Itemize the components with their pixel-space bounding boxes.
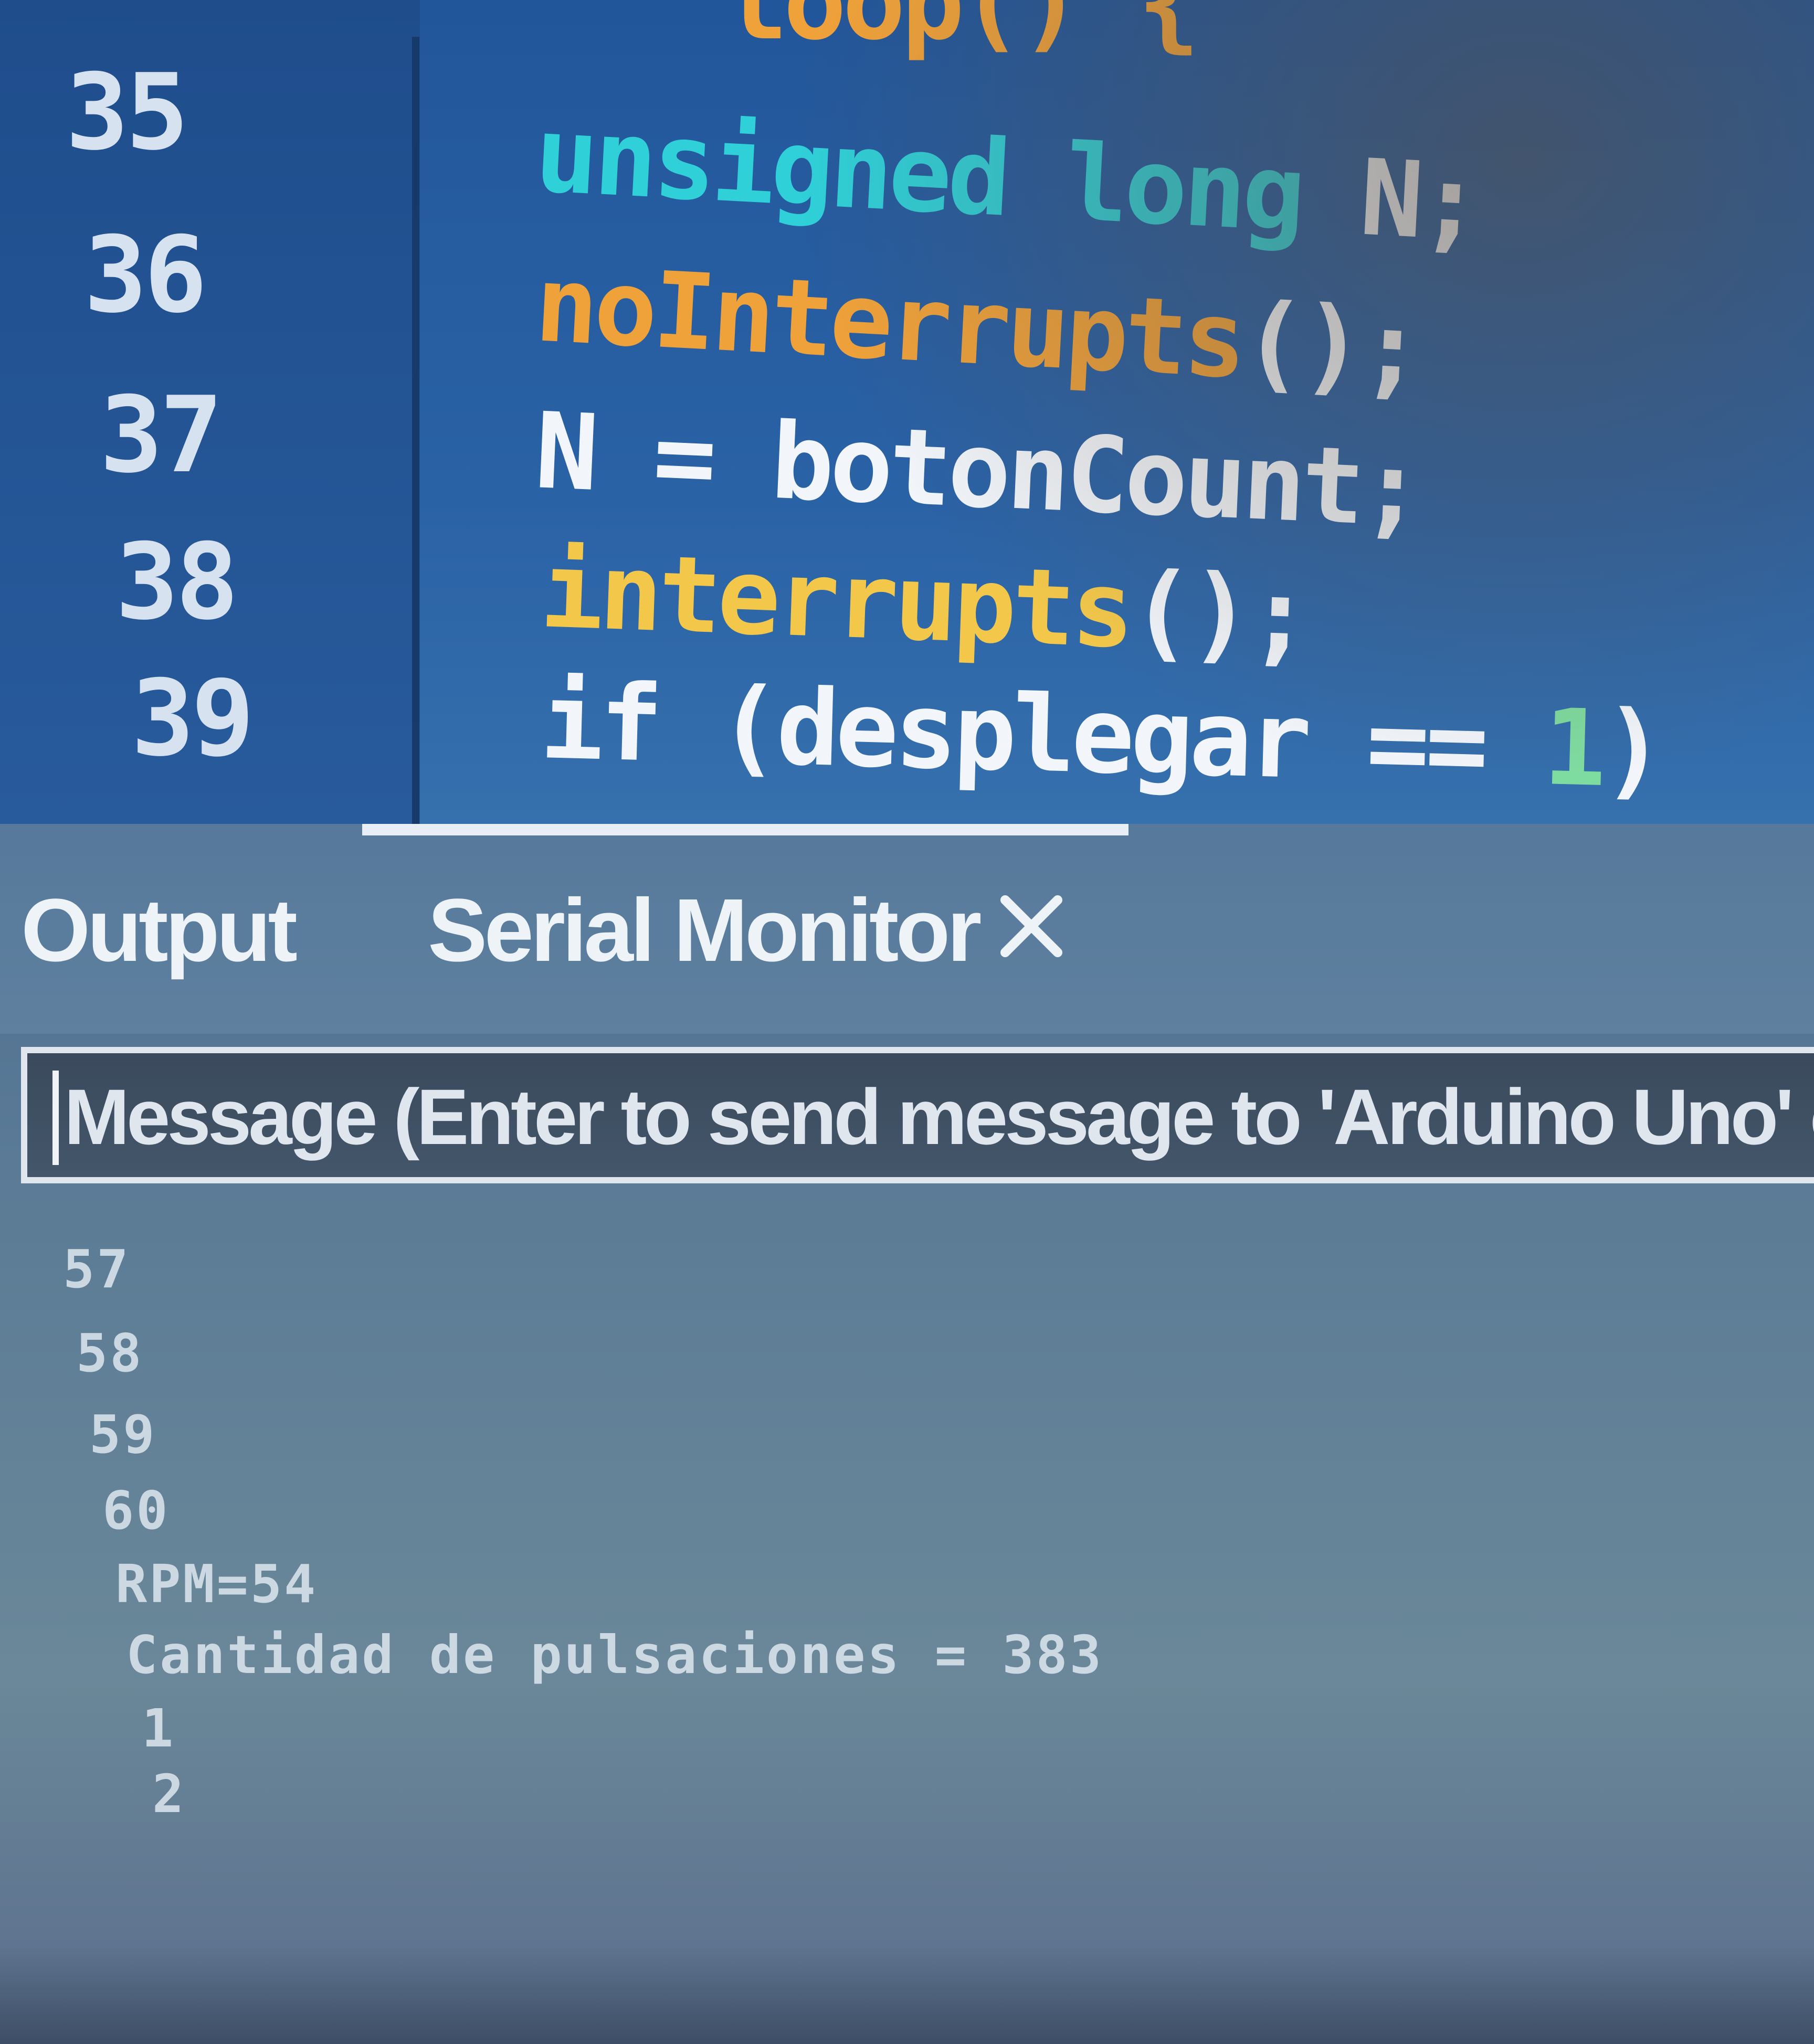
- text-caret: [52, 1071, 59, 1165]
- serial-line: Cantidad de pulsaciones = 383: [126, 1624, 1103, 1686]
- code-line-35: unsigned long N;: [532, 93, 1481, 265]
- code-line-37: N = botonCount;: [532, 390, 1422, 551]
- serial-line: RPM=54: [115, 1553, 318, 1615]
- line-number-gutter: 35 36 37 38 39: [0, 0, 420, 824]
- punct-token: ();: [1239, 280, 1422, 412]
- panel-tab-bar: Output Serial Monitor: [0, 824, 1814, 1034]
- code-editor[interactable]: 35 36 37 38 39 loop() { unsigned long N;…: [0, 0, 1814, 824]
- serial-line: 60: [102, 1480, 170, 1541]
- number-token: 1: [1542, 686, 1604, 810]
- line-number: 37: [100, 374, 223, 496]
- serial-line: 59: [89, 1404, 157, 1465]
- close-icon[interactable]: [997, 892, 1066, 960]
- keyword-token: unsigned long: [532, 93, 1305, 256]
- identifier-token: N;: [1298, 133, 1482, 265]
- function-token: noInterrupts: [532, 243, 1246, 403]
- serial-line: 57: [63, 1238, 131, 1300]
- tab-serial-monitor[interactable]: Serial Monitor: [428, 879, 982, 982]
- line-number: 39: [131, 658, 255, 780]
- code-line-partial: loop() {: [724, 0, 1200, 63]
- serial-line: 2: [152, 1763, 186, 1825]
- bottom-panel: Output Serial Monitor Message (Enter to …: [0, 824, 1814, 2044]
- line-number: 38: [115, 521, 239, 643]
- line-number: 35: [66, 51, 189, 174]
- punct-token: ();: [1128, 549, 1310, 678]
- gutter-divider: [412, 37, 419, 824]
- keyword-token: if (desplegar ==: [539, 660, 1545, 809]
- serial-output-log: 57 58 59 60 RPM=54 Cantidad de pulsacion…: [0, 1223, 1814, 1957]
- active-tab-indicator: [362, 824, 1129, 835]
- serial-line: 58: [76, 1322, 144, 1384]
- screen: 35 36 37 38 39 loop() { unsigned long N;…: [0, 0, 1814, 2044]
- serial-line: 1: [142, 1698, 176, 1759]
- code-line-39: if (desplegar == 1): [539, 660, 1663, 812]
- line-number: 36: [84, 214, 207, 336]
- serial-message-input[interactable]: Message (Enter to send message to 'Ardui…: [21, 1047, 1814, 1183]
- code-line-38: interrupts();: [539, 529, 1310, 678]
- function-token: interrupts: [538, 529, 1133, 672]
- punct-token: ): [1600, 688, 1663, 812]
- code-line-36: noInterrupts();: [532, 243, 1422, 411]
- tab-output[interactable]: Output: [21, 879, 298, 982]
